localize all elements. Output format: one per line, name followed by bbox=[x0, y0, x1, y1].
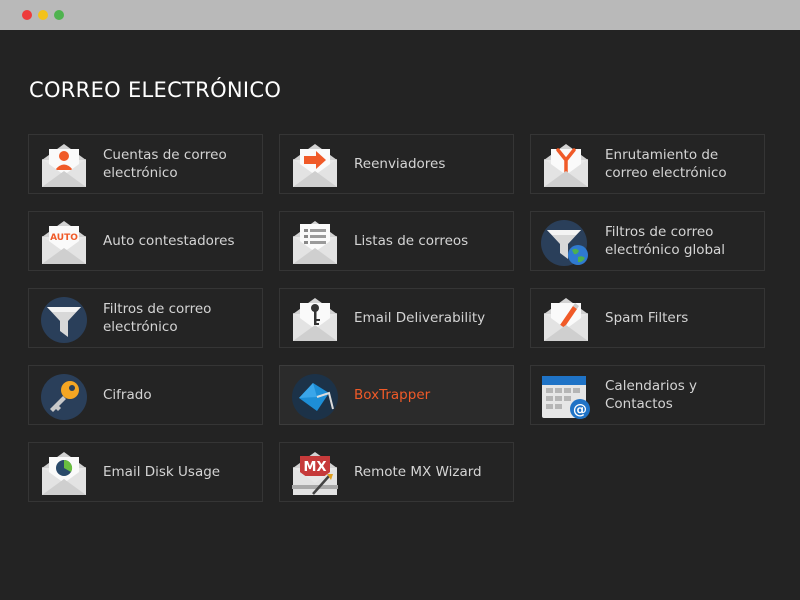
envelope-pencil-icon bbox=[540, 294, 592, 344]
svg-text:AUTO: AUTO bbox=[50, 233, 78, 243]
envelope-forward-icon bbox=[289, 140, 341, 190]
tile-label: BoxTrapper bbox=[354, 387, 431, 403]
tile-calendars-contacts[interactable]: @ Calendarios y Contactos bbox=[530, 365, 765, 425]
envelope-auto-icon: AUTO bbox=[38, 217, 90, 267]
tile-label: Cifrado bbox=[103, 387, 152, 403]
tile-spam-filters[interactable]: Spam Filters bbox=[530, 288, 765, 348]
email-section: CORREO ELECTRÓNICO Cuentas de correo ele… bbox=[0, 30, 800, 600]
maximize-window-button[interactable] bbox=[54, 10, 64, 20]
tile-label: Email Disk Usage bbox=[103, 464, 221, 480]
tile-global-email-filters[interactable]: Filtros de correo electrónico global bbox=[530, 211, 765, 271]
envelope-pie-icon bbox=[38, 448, 90, 498]
tile-label: Calendarios y Contactos bbox=[605, 378, 698, 412]
tile-label: Auto contestadores bbox=[103, 233, 235, 249]
funnel-globe-icon bbox=[540, 217, 592, 267]
tile-mailing-lists[interactable]: Listas de correos bbox=[279, 211, 514, 271]
tile-label: Filtros de correo electrónico global bbox=[605, 224, 726, 258]
tile-remote-mx-wizard[interactable]: MX Remote MX Wizard bbox=[279, 442, 514, 502]
tile-encryption[interactable]: Cifrado bbox=[28, 365, 263, 425]
tile-boxtrapper[interactable]: BoxTrapper bbox=[279, 365, 514, 425]
tile-label: Listas de correos bbox=[354, 233, 469, 249]
funnel-icon bbox=[38, 294, 90, 344]
tile-autoresponders[interactable]: AUTO Auto contestadores bbox=[28, 211, 263, 271]
tile-email-routing[interactable]: Enrutamiento de correo electrónico bbox=[530, 134, 765, 194]
tile-email-filters[interactable]: Filtros de correo electrónico bbox=[28, 288, 263, 348]
tile-label: Remote MX Wizard bbox=[354, 464, 482, 480]
tile-label: Filtros de correo electrónico bbox=[103, 301, 212, 335]
close-window-button[interactable] bbox=[22, 10, 32, 20]
tile-label: Email Deliverability bbox=[354, 310, 486, 326]
tile-label: Reenviadores bbox=[354, 156, 446, 172]
tile-forwarders[interactable]: Reenviadores bbox=[279, 134, 514, 194]
window-titlebar bbox=[0, 0, 800, 30]
tile-label: Spam Filters bbox=[605, 310, 689, 326]
envelope-routing-icon bbox=[540, 140, 592, 190]
envelope-key-icon bbox=[289, 294, 341, 344]
tile-email-deliverability[interactable]: Email Deliverability bbox=[279, 288, 514, 348]
section-title: CORREO ELECTRÓNICO bbox=[29, 78, 282, 102]
boxtrapper-icon bbox=[289, 371, 341, 421]
tile-label: Enrutamiento de correo electrónico bbox=[605, 147, 727, 181]
svg-text:@: @ bbox=[573, 402, 587, 418]
key-icon bbox=[38, 371, 90, 421]
envelope-user-icon bbox=[38, 140, 90, 190]
tile-email-accounts[interactable]: Cuentas de correo electrónico bbox=[28, 134, 263, 194]
envelope-list-icon bbox=[289, 217, 341, 267]
minimize-window-button[interactable] bbox=[38, 10, 48, 20]
tile-email-disk-usage[interactable]: Email Disk Usage bbox=[28, 442, 263, 502]
calendar-contacts-icon: @ bbox=[540, 371, 592, 421]
svg-text:MX: MX bbox=[304, 460, 327, 475]
remote-mx-icon: MX bbox=[289, 448, 341, 498]
tile-label: Cuentas de correo electrónico bbox=[103, 147, 227, 181]
